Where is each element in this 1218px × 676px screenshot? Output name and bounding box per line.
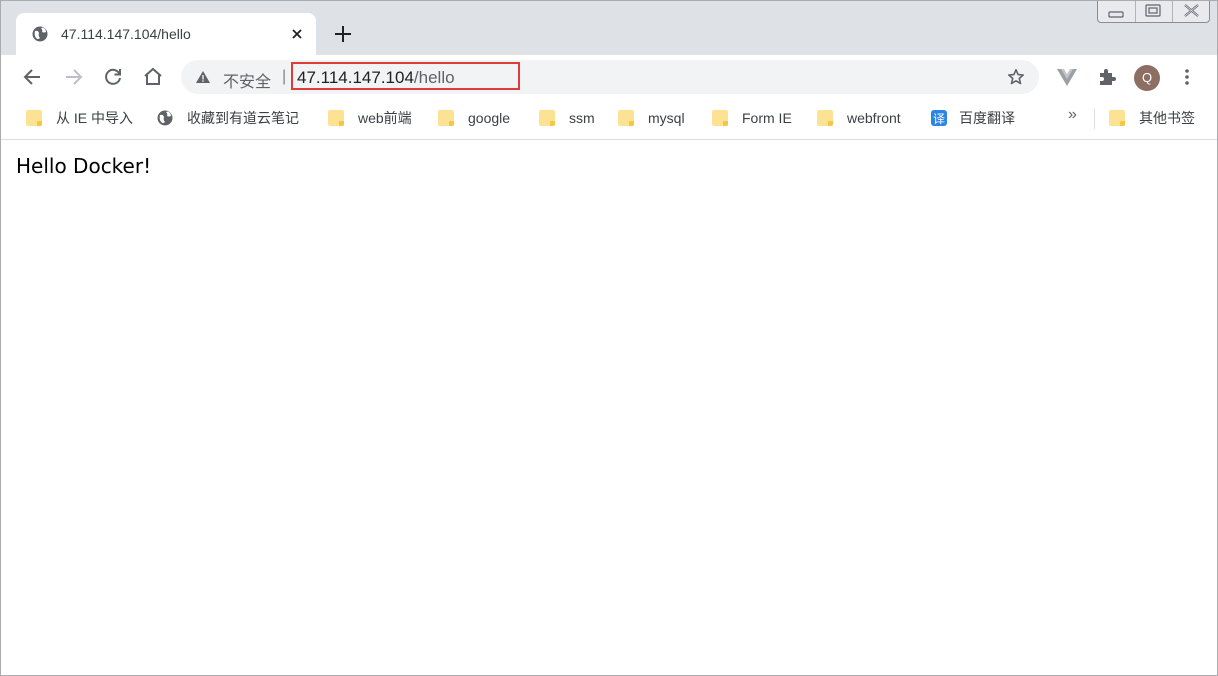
restore-button[interactable] bbox=[1135, 1, 1172, 22]
bookmark-folder[interactable]: webfront bbox=[817, 100, 901, 136]
active-tab[interactable]: 47.114.147.104/hello bbox=[16, 13, 316, 55]
folder-icon bbox=[438, 110, 454, 126]
profile-avatar[interactable]: Q bbox=[1134, 65, 1160, 91]
warning-icon[interactable] bbox=[195, 69, 211, 85]
page-body-text: Hello Docker! bbox=[16, 154, 152, 178]
window-controls bbox=[1097, 1, 1210, 23]
other-bookmarks-folder[interactable]: 其他书签 bbox=[1109, 100, 1195, 136]
page-content: Hello Docker! bbox=[1, 141, 1217, 675]
bookmark-folder[interactable]: google bbox=[438, 100, 510, 136]
address-bar[interactable]: 不安全 | 47.114.147.104/hello bbox=[181, 60, 1039, 94]
bookmark-item[interactable]: 译 百度翻译 bbox=[931, 100, 1015, 136]
reload-icon[interactable] bbox=[100, 64, 126, 90]
bookmark-label: 收藏到有道云笔记 bbox=[187, 110, 299, 126]
bookmark-star-icon[interactable] bbox=[1007, 68, 1025, 86]
globe-icon bbox=[32, 26, 48, 42]
bookmark-item[interactable]: 收藏到有道云笔记 bbox=[157, 100, 299, 136]
close-window-icon bbox=[1184, 4, 1199, 17]
minimize-icon bbox=[1108, 11, 1124, 18]
browser-window: 47.114.147.104/hello 不安全 | 47.114.147.10… bbox=[0, 0, 1218, 676]
new-tab-plus-icon[interactable] bbox=[332, 23, 354, 45]
folder-icon bbox=[712, 110, 728, 126]
globe-icon bbox=[157, 110, 173, 126]
bookmark-folder[interactable]: web前端 bbox=[328, 100, 412, 136]
folder-icon bbox=[26, 110, 42, 126]
bookmark-label: Form IE bbox=[742, 110, 792, 126]
bookmarks-divider bbox=[1094, 109, 1095, 129]
bookmark-label: ssm bbox=[569, 110, 595, 126]
back-arrow-icon[interactable] bbox=[20, 64, 46, 90]
folder-icon bbox=[618, 110, 634, 126]
more-menu-icon[interactable] bbox=[1177, 66, 1197, 88]
security-separator: | bbox=[282, 68, 287, 85]
folder-icon bbox=[817, 110, 833, 126]
extensions-puzzle-icon[interactable] bbox=[1096, 66, 1118, 88]
forward-arrow-icon[interactable] bbox=[60, 64, 86, 90]
toolbar: 不安全 | 47.114.147.104/hello Q bbox=[1, 55, 1217, 100]
bookmarks-overflow-chevron[interactable]: » bbox=[1068, 106, 1077, 124]
bookmark-folder[interactable]: ssm bbox=[539, 100, 595, 136]
tab-strip: 47.114.147.104/hello bbox=[1, 1, 1217, 55]
bookmark-folder[interactable]: Form IE bbox=[712, 100, 792, 136]
bookmark-folder[interactable]: mysql bbox=[618, 100, 685, 136]
bookmark-label: web前端 bbox=[358, 110, 412, 126]
bookmark-label: webfront bbox=[847, 110, 901, 126]
bookmark-label: google bbox=[468, 110, 511, 126]
minimize-button[interactable] bbox=[1098, 1, 1135, 22]
restore-icon bbox=[1145, 4, 1161, 17]
translate-icon: 译 bbox=[931, 110, 947, 126]
bookmarks-bar: 从 IE 中导入 收藏到有道云笔记 web前端 google ssm mysql bbox=[1, 100, 1217, 140]
security-label[interactable]: 不安全 bbox=[223, 68, 271, 92]
bookmark-label: 百度翻译 bbox=[959, 110, 1015, 126]
folder-icon bbox=[1109, 110, 1125, 126]
other-bookmarks-label: 其他书签 bbox=[1139, 110, 1195, 126]
bookmark-label: mysql bbox=[648, 110, 685, 126]
bookmark-label: 从 IE 中导入 bbox=[56, 110, 134, 126]
close-window-button[interactable] bbox=[1172, 1, 1209, 22]
vue-devtools-extension-icon[interactable] bbox=[1056, 66, 1078, 88]
close-tab-icon[interactable] bbox=[287, 24, 307, 44]
folder-icon bbox=[539, 110, 555, 126]
tab-title: 47.114.147.104/hello bbox=[61, 26, 191, 42]
home-icon[interactable] bbox=[140, 64, 166, 90]
folder-icon bbox=[328, 110, 344, 126]
bookmark-folder[interactable]: 从 IE 中导入 bbox=[26, 100, 133, 136]
url-highlight-annotation bbox=[291, 62, 520, 90]
